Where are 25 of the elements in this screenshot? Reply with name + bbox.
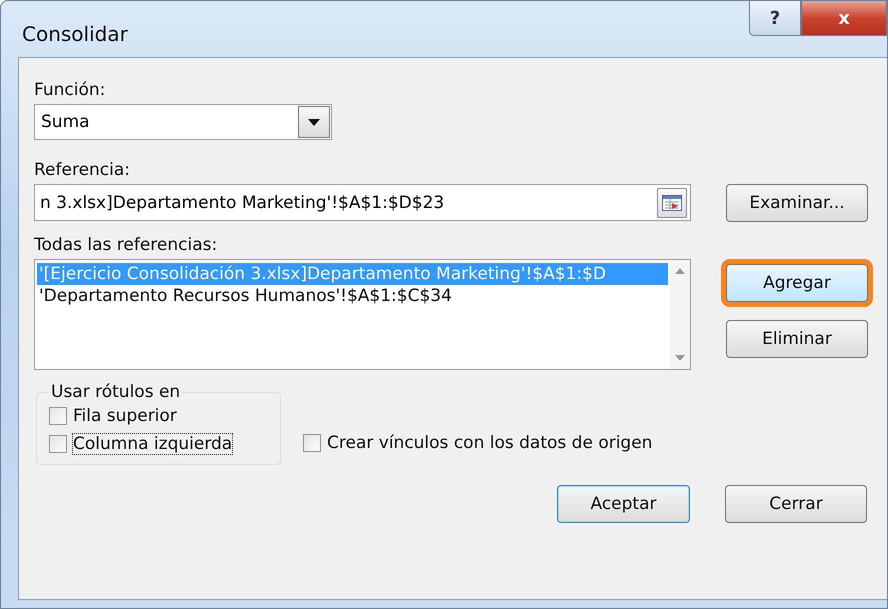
window-title: Consolidar	[22, 22, 129, 46]
close-dialog-button[interactable]: Cerrar	[725, 485, 867, 523]
reference-label: Referencia:	[34, 160, 132, 180]
delete-button[interactable]: Eliminar	[726, 320, 868, 358]
all-references-label: Todas las referencias:	[34, 235, 218, 255]
accept-button[interactable]: Aceptar	[557, 485, 690, 523]
references-list[interactable]: '[Ejercicio Consolidación 3.xlsx]Departamento Marketing'!$A$1:$D 'Departamento Recursos Humanos'!$A$1:$C$34	[34, 259, 691, 370]
close-button[interactable]: x	[801, 1, 887, 36]
help-button[interactable]: ?	[749, 1, 801, 36]
checkbox-label: Columna izquierda	[73, 434, 232, 454]
checkbox-label: Crear vínculos con los datos de origen	[327, 433, 652, 453]
function-dropdown[interactable]: Suma	[34, 104, 332, 140]
checkbox-label: Fila superior	[73, 406, 177, 426]
checkbox[interactable]	[303, 434, 321, 452]
function-label: Función:	[34, 80, 106, 100]
checkbox[interactable]	[49, 407, 67, 425]
scroll-up-icon[interactable]	[675, 268, 685, 274]
dropdown-arrow-icon	[308, 118, 320, 126]
reference-field[interactable]: n 3.xlsx]Departamento Marketing'!$A$1:$D$23	[34, 184, 691, 221]
list-item[interactable]: 'Departamento Recursos Humanos'!$A$1:$C$34	[37, 285, 668, 307]
range-picker-icon[interactable]	[662, 194, 682, 210]
browse-button[interactable]: Examinar...	[726, 184, 868, 222]
checkbox[interactable]	[49, 435, 67, 453]
group-title: Usar rótulos en	[50, 382, 182, 402]
scroll-down-icon[interactable]	[675, 355, 685, 361]
